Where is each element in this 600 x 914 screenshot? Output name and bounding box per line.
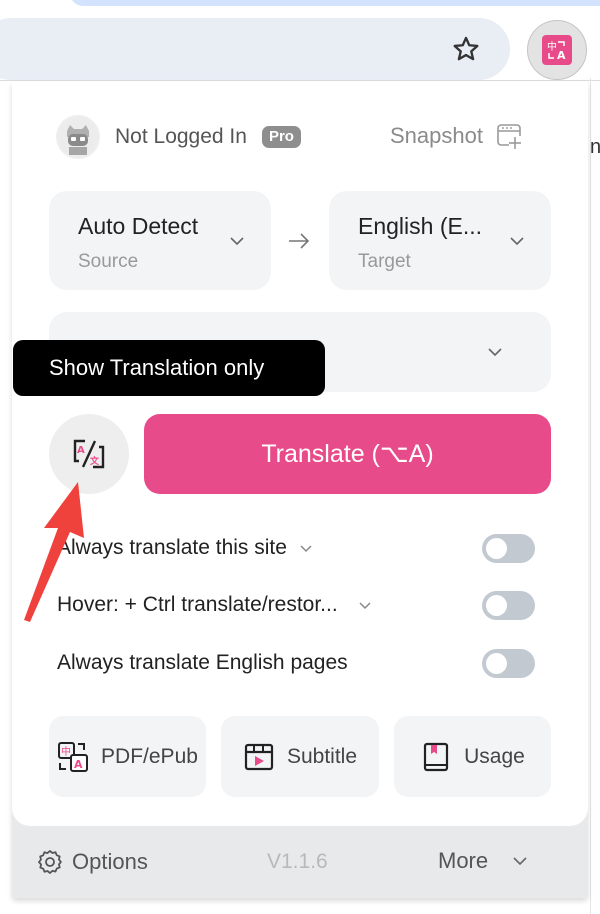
browser-tab-strip xyxy=(70,0,600,6)
source-language-select[interactable]: Auto Detect Source xyxy=(49,191,271,290)
tool-label: Subtitle xyxy=(286,744,358,768)
avatar[interactable] xyxy=(56,115,100,159)
target-language-select[interactable]: English (E... Target xyxy=(329,191,551,290)
extension-button[interactable]: 中 A xyxy=(527,20,587,80)
toggle-always-translate-english[interactable] xyxy=(482,649,535,678)
tooltip: Show Translation only xyxy=(13,340,325,396)
pro-badge[interactable]: Pro xyxy=(261,126,301,148)
popup-body: Not Logged In Pro Snapshot Auto Detect S… xyxy=(12,82,588,826)
toggle-hover-translate[interactable] xyxy=(482,591,535,620)
chevron-down-icon xyxy=(488,348,502,357)
bilingual-toggle-icon: A 文 xyxy=(73,439,105,469)
option-always-translate-site[interactable]: Always translate this site xyxy=(57,528,537,568)
snapshot-icon xyxy=(497,124,523,150)
book-icon xyxy=(424,742,449,771)
source-language-label: Source xyxy=(78,251,139,272)
snapshot-label: Snapshot xyxy=(390,123,483,148)
target-language-value: English (E... xyxy=(358,213,482,239)
usage-button[interactable]: Usage xyxy=(394,716,551,797)
subtitle-button[interactable]: Subtitle xyxy=(221,716,379,797)
version-label: V1.1.6 xyxy=(267,850,328,873)
svg-text:A: A xyxy=(74,758,83,771)
source-language-value: Auto Detect xyxy=(78,213,199,239)
user-row[interactable]: Not Logged In Pro xyxy=(56,114,301,160)
annotation-arrow-icon xyxy=(24,482,84,622)
page-edge-text: n xyxy=(590,136,600,158)
chevron-down-icon[interactable] xyxy=(297,539,315,557)
options-label: Options xyxy=(72,849,148,874)
chevron-down-icon[interactable] xyxy=(356,596,374,614)
toggle-knob xyxy=(486,595,507,616)
pdf-epub-button[interactable]: 中 A PDF/ePub xyxy=(49,716,206,797)
more-button[interactable]: More xyxy=(438,848,530,874)
svg-text:中: 中 xyxy=(61,745,71,758)
user-status[interactable]: Not Logged In xyxy=(115,125,247,149)
gear-icon xyxy=(38,850,62,874)
page-edge xyxy=(590,78,591,914)
option-hover-translate[interactable]: Hover: + Ctrl translate/restor... xyxy=(57,585,537,625)
more-label: More xyxy=(438,848,489,873)
tool-label: PDF/ePub xyxy=(101,744,198,768)
target-language-label: Target xyxy=(358,251,411,272)
toggle-knob xyxy=(486,653,507,674)
tool-label: Usage xyxy=(464,744,525,768)
translate-extension-icon: 中 A xyxy=(542,35,572,65)
star-icon[interactable] xyxy=(448,32,484,66)
svg-text:中: 中 xyxy=(547,40,557,53)
option-label: Always translate English pages xyxy=(57,651,348,674)
toggle-knob xyxy=(486,538,507,559)
options-button[interactable]: Options xyxy=(36,848,148,876)
toolbar-divider xyxy=(0,80,600,81)
chevron-down-icon xyxy=(230,237,244,246)
arrow-right-icon xyxy=(289,233,310,249)
popup-footer: Options V1.1.6 More xyxy=(12,826,588,898)
tooltip-text: Show Translation only xyxy=(49,355,265,380)
svg-text:A: A xyxy=(557,49,566,61)
chevron-down-icon xyxy=(510,237,524,246)
option-always-translate-english[interactable]: Always translate English pages xyxy=(57,643,537,683)
pdf-translate-icon: 中 A xyxy=(58,741,89,772)
toggle-always-translate-site[interactable] xyxy=(482,534,535,563)
svg-text:A: A xyxy=(77,445,85,456)
address-bar[interactable] xyxy=(0,18,510,80)
svg-text:文: 文 xyxy=(89,455,100,467)
subtitle-video-icon xyxy=(244,743,274,770)
snapshot-button[interactable]: Snapshot xyxy=(390,122,523,150)
chevron-down-icon xyxy=(513,857,527,866)
translate-button[interactable]: Translate (⌥A) xyxy=(144,414,551,494)
